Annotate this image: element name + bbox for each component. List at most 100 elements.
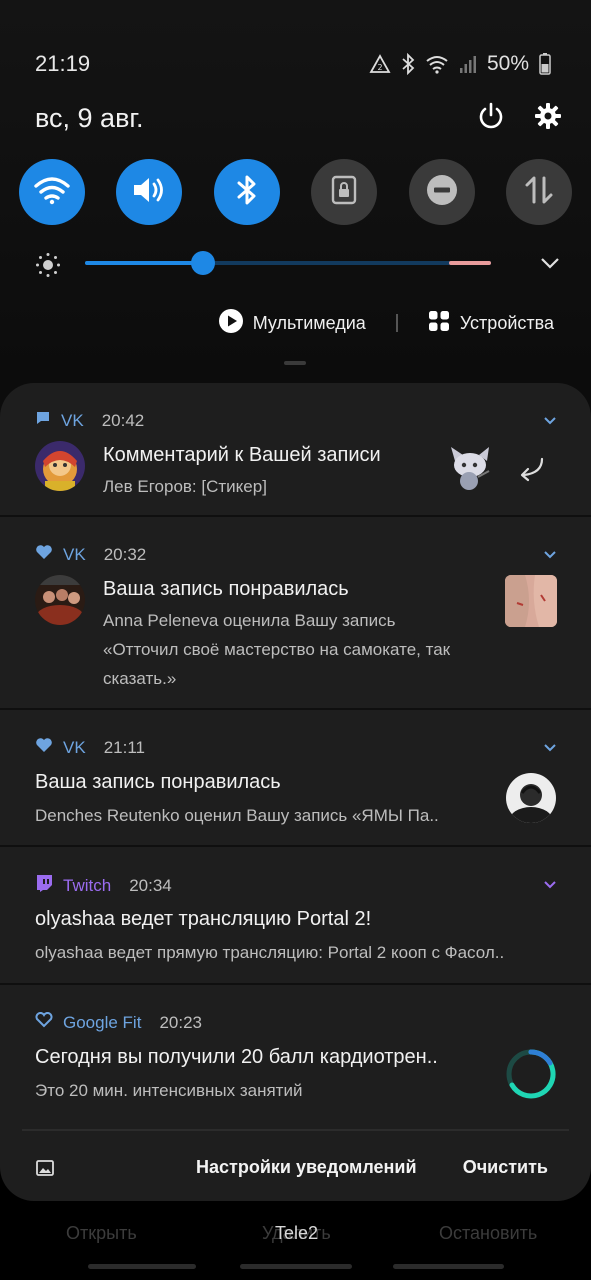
app-name: Google Fit <box>63 1012 142 1032</box>
brightness-slider[interactable] <box>85 251 491 275</box>
notification-vk-like-2[interactable]: VK 21:11 Ваша запись понравилась Denches… <box>0 710 591 847</box>
sender-avatar <box>506 773 556 823</box>
avatar <box>35 441 85 491</box>
notification-body: Лев Егоров: [Стикер] <box>103 477 267 496</box>
play-icon <box>218 308 243 338</box>
nav-hint-center <box>240 1264 352 1269</box>
bluetooth-status-icon <box>401 53 415 75</box>
gear-icon[interactable] <box>535 102 561 134</box>
multimedia-label: Мультимедиа <box>252 312 366 333</box>
notification-title: Ваша запись понравилась <box>103 578 349 600</box>
screen-lock-toggle[interactable] <box>311 159 378 225</box>
heart-icon <box>35 737 53 758</box>
notification-title: olyashaa ведет трансляцию Portal 2! <box>35 908 372 930</box>
app-name: VK <box>63 544 86 564</box>
wifi-status-icon <box>425 54 449 74</box>
sound-toggle[interactable] <box>116 159 183 225</box>
data-transfer-icon <box>523 174 555 211</box>
image-icon[interactable] <box>36 1160 54 1181</box>
stop-label: Остановить <box>439 1223 538 1243</box>
wifi-icon <box>34 175 70 210</box>
post-thumbnail <box>505 575 557 627</box>
power-icon[interactable] <box>477 102 505 135</box>
heart-icon <box>35 544 53 565</box>
notification-body-line-1: Anna Peleneva оценила Вашу запись <box>103 611 396 630</box>
multimedia-button[interactable]: Мультимедиа <box>218 308 366 338</box>
notification-time: 20:23 <box>159 1012 202 1032</box>
sticker-thumbnail <box>445 441 497 493</box>
notification-header: Google Fit 20:23 <box>35 1012 202 1033</box>
date-row: вс, 9 авг. <box>35 98 561 138</box>
devices-button[interactable]: Устройства <box>428 310 554 337</box>
bluetooth-toggle[interactable] <box>213 159 280 225</box>
clear-button[interactable]: Очистить <box>463 1157 548 1178</box>
notification-time: 21:11 <box>103 737 145 757</box>
quick-toggles <box>19 159 572 225</box>
notification-settings-button[interactable]: Настройки уведомлений <box>196 1157 417 1178</box>
brightness-thumb[interactable] <box>190 251 215 275</box>
expand-chevron-icon[interactable] <box>543 547 557 565</box>
notification-header: VK 21:11 <box>35 737 145 758</box>
notification-body: Это 20 мин. интенсивных занятий <box>35 1081 303 1100</box>
app-name: Twitch <box>63 875 112 895</box>
notification-title: Ваша запись понравилась <box>35 771 281 793</box>
wifi-toggle[interactable] <box>19 159 85 225</box>
notification-time: 20:34 <box>129 875 172 895</box>
svg-text:2: 2 <box>377 63 382 72</box>
divider <box>395 314 398 332</box>
notification-google-fit[interactable]: Google Fit 20:23 Сегодня вы получили 20 … <box>0 985 591 1123</box>
battery-percent: 50% <box>486 52 529 75</box>
open-label: Открыть <box>66 1223 137 1243</box>
status-bar: 21:19 2 50% <box>35 50 551 78</box>
chevron-down-icon[interactable] <box>539 252 561 279</box>
notification-header: Twitch 20:34 <box>35 874 172 897</box>
drag-handle[interactable] <box>284 361 306 365</box>
nav-hint-right <box>393 1264 504 1269</box>
grid-icon <box>428 310 450 337</box>
notification-body: Denches Reutenko оценил Вашу запись «ЯМЫ… <box>35 806 439 825</box>
brightness-fill <box>85 261 203 265</box>
notification-header: VK 20:32 <box>35 544 146 565</box>
message-icon <box>35 410 51 431</box>
expand-chevron-icon[interactable] <box>543 877 557 895</box>
avatar <box>35 575 85 625</box>
footer-divider <box>22 1129 569 1131</box>
notification-time: 20:32 <box>103 544 147 564</box>
notification-vk-comment[interactable]: VK 20:42 Комментарий к Вашей записи Лев … <box>0 383 591 517</box>
signal-icon <box>459 54 477 74</box>
notification-title: Сегодня вы получили 20 балл кардиотрен.. <box>35 1046 438 1068</box>
devices-label: Устройства <box>459 312 554 333</box>
carrier-label: Tele2 <box>275 1223 319 1243</box>
nav-hint-left <box>88 1264 196 1269</box>
activity-ring-icon <box>505 1048 557 1105</box>
media-devices-row: Мультимедиа Устройства <box>218 306 554 340</box>
notification-list: VK 20:42 Комментарий к Вашей записи Лев … <box>0 383 591 1201</box>
notification-title: Комментарий к Вашей записи <box>103 444 381 466</box>
speaker-icon <box>131 175 167 210</box>
notification-header: VK 20:42 <box>35 410 144 431</box>
notification-twitch[interactable]: Twitch 20:34 olyashaa ведет трансляцию P… <box>0 847 591 985</box>
reply-icon[interactable] <box>516 455 546 488</box>
notification-body-line-3: сказать.» <box>103 669 177 688</box>
brightness-icon <box>35 252 61 283</box>
bluetooth-icon <box>236 174 258 211</box>
google-fit-icon <box>35 1012 53 1033</box>
battery-icon <box>539 53 551 75</box>
notification-body: olyashaa ведет прямую трансляцию: Portal… <box>35 943 505 962</box>
status-time: 21:19 <box>35 51 91 76</box>
notification-vk-like[interactable]: VK 20:32 Ваша запись понравилась Anna Pe… <box>0 517 591 710</box>
notification-time: 20:42 <box>101 410 145 430</box>
expand-chevron-icon[interactable] <box>543 740 557 758</box>
mobile-data-toggle[interactable] <box>505 159 572 225</box>
do-not-disturb-toggle[interactable] <box>408 159 475 225</box>
expand-chevron-icon[interactable] <box>543 413 557 431</box>
twitch-icon <box>35 874 53 897</box>
lock-icon <box>331 175 357 210</box>
notification-body-line-2: «Отточил своё мастерство на самокате, та… <box>103 640 451 659</box>
date-label: вс, 9 авг. <box>35 102 144 133</box>
app-name: VK <box>61 410 84 430</box>
app-name: VK <box>63 737 86 757</box>
alert-icon: 2 <box>369 54 391 74</box>
brightness-row <box>35 248 561 280</box>
brightness-high-zone <box>449 261 491 265</box>
